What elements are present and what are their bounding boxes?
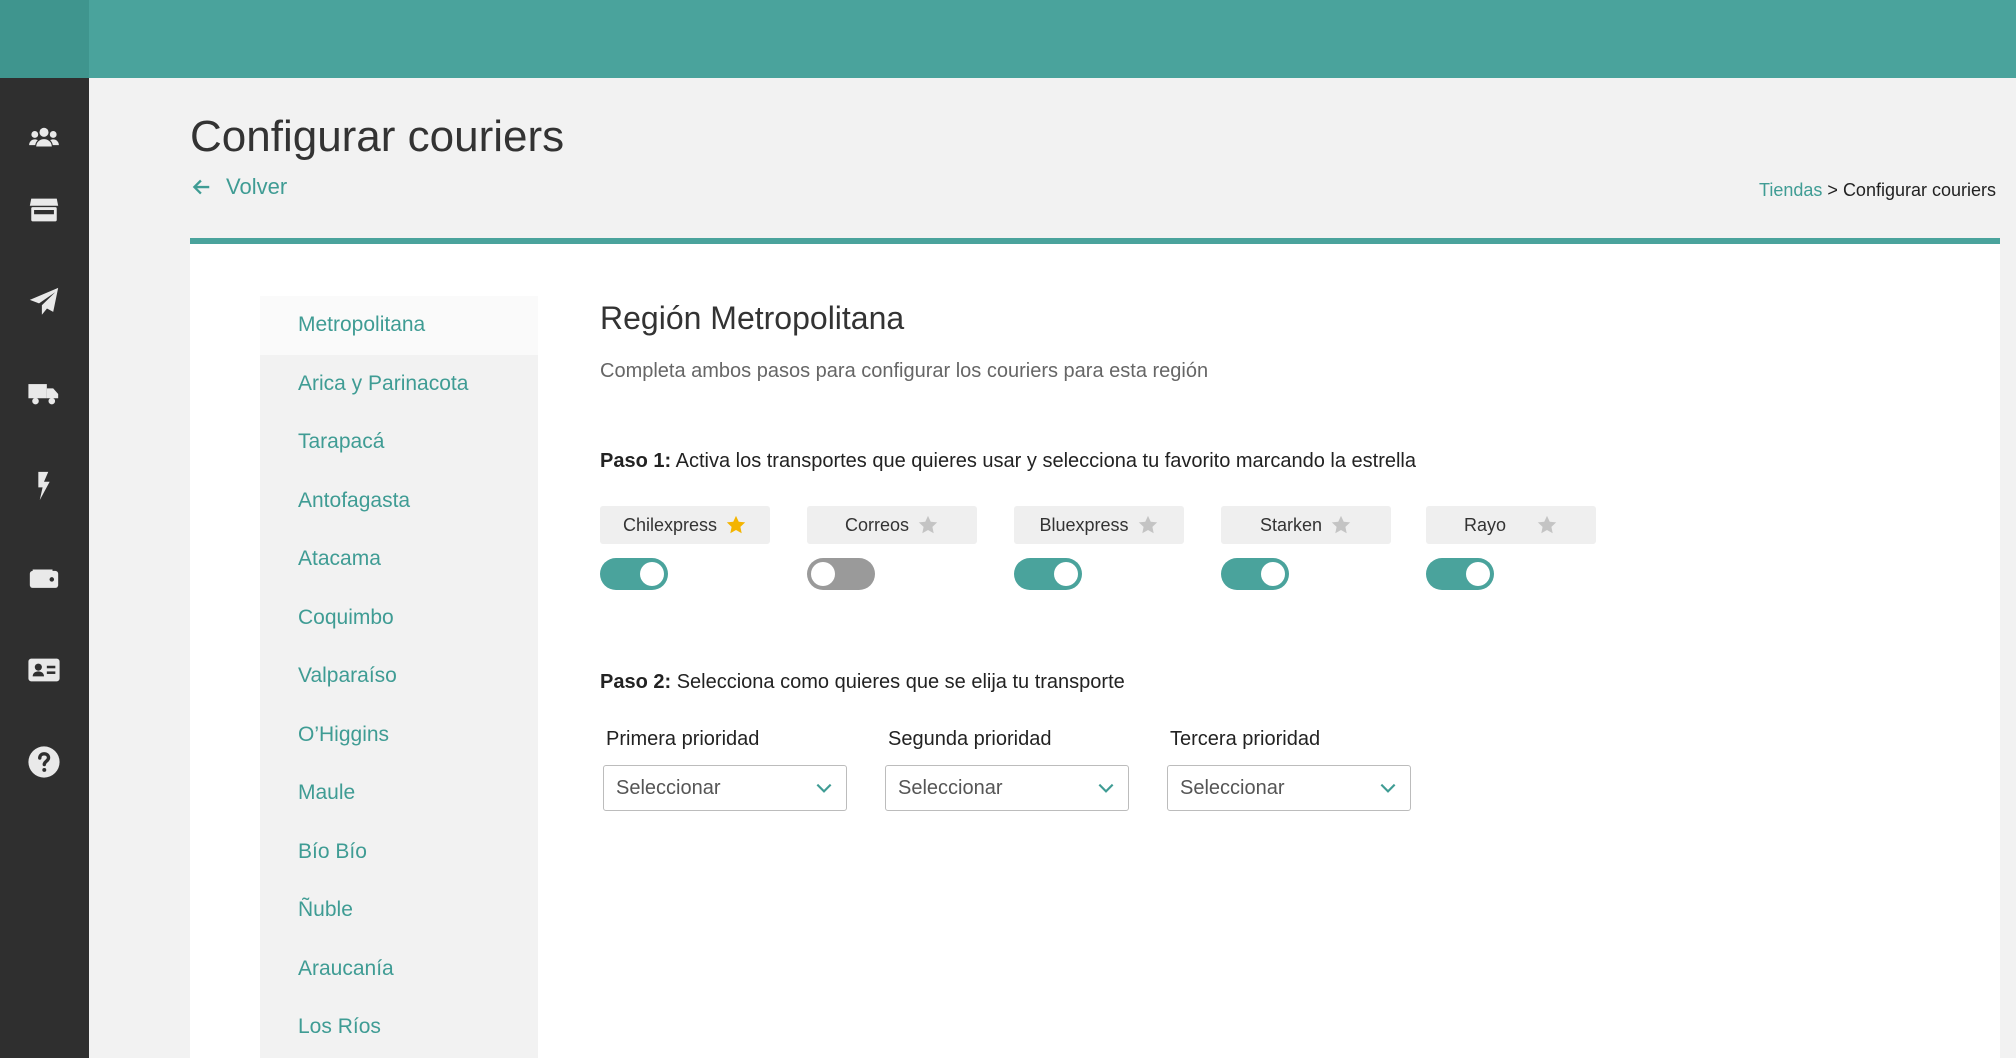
star-icon[interactable] [1536,514,1558,536]
priority-third-select[interactable]: Seleccionar [1167,765,1411,811]
page-title: Configurar couriers [190,112,565,161]
priority-second-select[interactable]: Seleccionar [885,765,1129,811]
select-value: Seleccionar [898,776,1003,799]
step2-instruction: Selecciona como quieres que se elija tu … [671,671,1125,693]
courier-toggle[interactable] [807,558,875,590]
back-label: Volver [226,174,288,199]
region-item-valparaiso[interactable]: Valparaíso [260,647,538,706]
priority-label: Tercera prioridad [1170,728,1321,750]
star-icon[interactable] [725,514,747,536]
region-item-bio-bio[interactable]: Bío Bío [260,823,538,882]
select-value: Seleccionar [1180,776,1285,799]
help-icon[interactable] [24,742,64,782]
courier-toggle[interactable] [1014,558,1082,590]
courier-name: Correos [844,514,910,535]
select-value: Seleccionar [616,776,721,799]
sidebar [0,78,89,1058]
region-description: Completa ambos pasos para configurar los… [600,360,1209,382]
courier-name: Bluexpress [1039,514,1129,535]
chevron-down-icon [1098,783,1114,793]
region-item-ohiggins[interactable]: O’Higgins [260,706,538,765]
region-item-nuble[interactable]: Ñuble [260,881,538,940]
courier-tag: Starken [1221,506,1391,544]
courier-tag: Bluexpress [1014,506,1184,544]
region-item-araucania[interactable]: Araucanía [260,940,538,999]
logo-area [0,0,89,78]
paper-plane-icon[interactable] [24,282,64,322]
courier-correos: Correos [807,506,977,590]
region-item-atacama[interactable]: Atacama [260,530,538,589]
courier-name: Chilexpress [622,514,718,535]
region-item-arica-y-parinacota[interactable]: Arica y Parinacota [260,355,538,414]
top-bar [0,0,2016,78]
wallet-icon[interactable] [24,558,64,598]
priority-label: Primera prioridad [606,728,760,750]
back-link[interactable]: Volver [190,174,287,200]
priority-third: Tercera prioridad Seleccionar [1167,728,1411,811]
id-card-icon[interactable] [24,650,64,690]
courier-toggle[interactable] [1426,558,1494,590]
breadcrumb-separator: > [1822,180,1843,200]
courier-starken: Starken [1221,506,1391,590]
region-list: Metropolitana Arica y Parinacota Tarapac… [260,296,538,1058]
courier-bluexpress: Bluexpress [1014,506,1184,590]
courier-name: Starken [1259,514,1323,535]
region-title: Región Metropolitana [600,300,905,336]
breadcrumb-current: Configurar couriers [1842,180,1996,200]
courier-toggle[interactable] [1221,558,1289,590]
priority-second: Segunda prioridad Seleccionar [885,728,1129,811]
step1-text: Paso 1: Activa los transportes que quier… [600,450,1416,473]
courier-rayo: Rayo [1426,506,1596,590]
step2-label: Paso 2: [600,671,672,693]
courier-chilexpress: Chilexpress [600,506,770,590]
star-icon[interactable] [1137,514,1159,536]
courier-tag: Chilexpress [600,506,770,544]
region-item-antofagasta[interactable]: Antofagasta [260,472,538,531]
config-panel: Metropolitana Arica y Parinacota Tarapac… [190,238,2000,1058]
region-item-metropolitana[interactable]: Metropolitana [260,296,538,355]
arrow-left-icon [192,179,210,195]
users-icon[interactable] [24,118,64,158]
truck-icon[interactable] [24,374,64,414]
region-item-los-rios[interactable]: Los Ríos [260,998,538,1057]
region-item-maule[interactable]: Maule [260,764,538,823]
region-item-coquimbo[interactable]: Coquimbo [260,589,538,648]
priority-label: Segunda prioridad [888,728,1052,750]
chevron-down-icon [1380,783,1396,793]
step2-text: Paso 2: Selecciona como quieres que se e… [600,671,1125,694]
breadcrumb: Tiendas > Configurar couriers [1759,180,1996,201]
breadcrumb-link-tiendas[interactable]: Tiendas [1759,180,1822,200]
courier-toggle[interactable] [600,558,668,590]
region-item-tarapaca[interactable]: Tarapacá [260,413,538,472]
courier-tag: Rayo [1426,506,1596,544]
store-icon[interactable] [24,190,64,230]
step1-instruction: Activa los transportes que quieres usar … [671,450,1416,472]
star-icon[interactable] [917,514,939,536]
courier-tag: Correos [807,506,977,544]
priority-first: Primera prioridad Seleccionar [603,728,847,811]
bolt-icon[interactable] [24,466,64,506]
courier-name: Rayo [1463,514,1507,535]
step1-label: Paso 1: [600,450,672,472]
star-icon[interactable] [1330,514,1352,536]
chevron-down-icon [816,783,832,793]
priority-first-select[interactable]: Seleccionar [603,765,847,811]
